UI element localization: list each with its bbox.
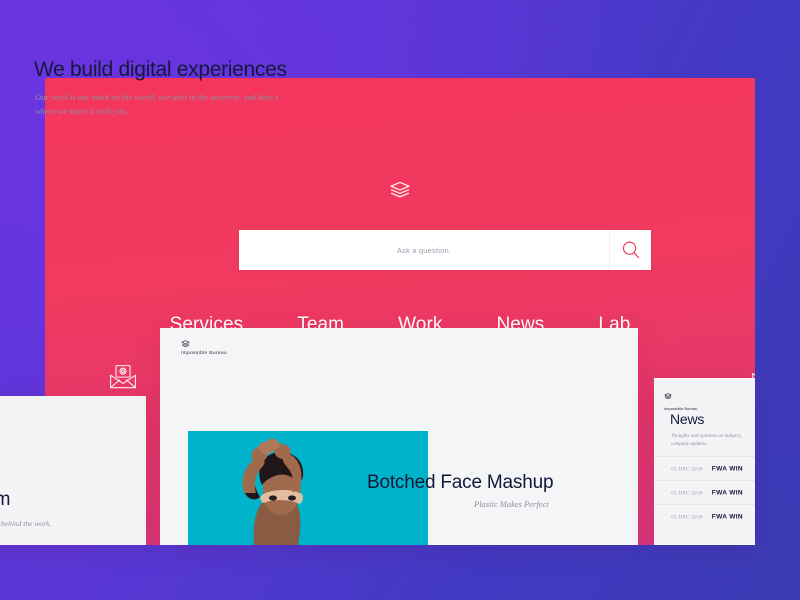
search-bar[interactable] — [239, 230, 651, 270]
work-card-brand: Impossible Bureau — [181, 340, 227, 355]
news-card-subtitle: Thoughts and opinions on industry, compa… — [671, 434, 742, 447]
search-button[interactable] — [609, 230, 651, 270]
portrait-illustration — [242, 438, 304, 545]
work-card-brand-name: Impossible Bureau — [181, 349, 227, 355]
news-tag: FWA WIN — [711, 464, 743, 473]
news-card-brand: Impossible Bureau — [664, 387, 697, 411]
work-card-title: We build digital experiences — [34, 58, 287, 81]
news-date: 05 DEC 2018 — [671, 489, 703, 496]
news-preview-card[interactable]: Impossible Bureau News Thoughts and opin… — [654, 378, 755, 545]
team-card-title: Team — [0, 489, 11, 510]
work-card-subtitle: Our work is our mark on the world, our d… — [35, 92, 279, 116]
team-card-subtitle: The people behind the work. — [0, 519, 52, 528]
project-title: Botched Face Mashup — [367, 472, 554, 493]
news-date: 05 DEC 2018 — [671, 513, 703, 520]
layers-stack-icon[interactable] — [389, 181, 411, 199]
search-input[interactable] — [239, 230, 609, 270]
news-list-item[interactable]: 05 DEC 2018 FWA WIN — [654, 504, 755, 528]
news-list-item[interactable]: 05 DEC 2018 FWA WIN — [654, 456, 755, 480]
project-subtitle: Plastic Makes Perfect — [474, 499, 549, 509]
news-tag: FWA WIN — [711, 488, 743, 497]
news-date: 05 DEC 2018 — [671, 465, 703, 472]
layers-stack-icon — [664, 387, 672, 404]
envelope-at-icon[interactable] — [109, 364, 137, 390]
news-list: 05 DEC 2018 FWA WIN 05 DEC 2018 FWA WIN … — [654, 456, 755, 528]
news-tag: FWA WIN — [711, 512, 743, 521]
news-card-title: News — [670, 411, 705, 427]
screenshot-stage: Services Team Work News Lab — [0, 0, 800, 600]
news-list-item[interactable]: 05 DEC 2018 FWA WIN — [654, 480, 755, 504]
layers-stack-icon — [181, 340, 190, 348]
search-icon — [621, 240, 641, 260]
team-preview-card[interactable]: Team The people behind the work. — [0, 396, 146, 545]
